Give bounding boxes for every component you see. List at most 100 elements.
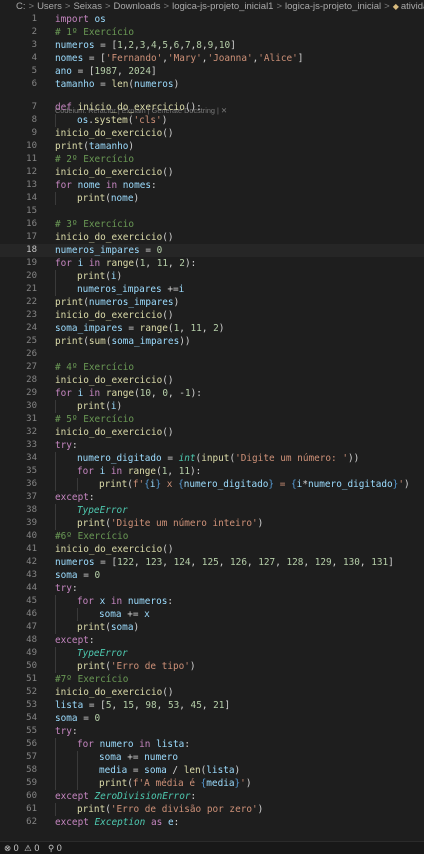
code-line[interactable]: 18 numeros_impares = 0: [0, 244, 424, 257]
code-line[interactable]: 25 print(sum(soma_impares)): [0, 335, 424, 348]
code-line[interactable]: 49 TypeError: [0, 647, 424, 660]
token-op: =: [161, 453, 179, 464]
code-line[interactable]: 41 inicio_do_exercicio(): [0, 543, 424, 556]
code-line[interactable]: 50 print('Erro de tipo'): [0, 660, 424, 673]
code-line[interactable]: 22 print(numeros_impares): [0, 296, 424, 309]
token-num: 10: [139, 388, 152, 399]
token-num: 124: [173, 557, 191, 568]
code-line[interactable]: 57 soma += numero: [0, 751, 424, 764]
code-line[interactable]: 12 inicio_do_exercicio(): [0, 166, 424, 179]
code-line[interactable]: 7 def inicio_do_exercicio():: [0, 101, 424, 114]
code-editor[interactable]: Codeium: Refactor | Explain | Generate D…: [0, 13, 424, 841]
breadcrumb-item[interactable]: Users: [37, 0, 62, 13]
code-line[interactable]: 13 for nome in nomes:: [0, 179, 424, 192]
code-line[interactable]: 43 soma = 0: [0, 569, 424, 582]
code-text: inicio_do_exercicio(): [55, 231, 424, 244]
code-line[interactable]: 16 # 3º Exercício: [0, 218, 424, 231]
token-op: +=: [121, 752, 145, 763]
code-line[interactable]: 21 numeros_impares +=i: [0, 283, 424, 296]
code-line[interactable]: 30 print(i): [0, 400, 424, 413]
code-line[interactable]: 39 print('Digite um número inteiro'): [0, 517, 424, 530]
code-line[interactable]: 11 # 2º Exercício: [0, 153, 424, 166]
token-op: /: [166, 765, 184, 776]
code-line[interactable]: 38 TypeError: [0, 504, 424, 517]
code-line[interactable]: 19 for i in range(1, 11, 2):: [0, 257, 424, 270]
code-line[interactable]: 3 numeros = [1,2,3,4,5,6,7,8,9,10]: [0, 39, 424, 52]
code-line[interactable]: 56 for numero in lista:: [0, 738, 424, 751]
line-number: 9: [31, 128, 37, 138]
code-line[interactable]: 24 soma_impares = range(1, 11, 2): [0, 322, 424, 335]
line-number: 29: [26, 388, 37, 398]
code-line[interactable]: 36 print(f'{i} x {numero_digitado} = {i*n…: [0, 478, 424, 491]
token-op: :: [167, 596, 174, 607]
code-line[interactable]: 8 os.system('cls'): [0, 114, 424, 127]
breadcrumb-item[interactable]: C:: [0, 0, 26, 13]
indent-guide: [55, 751, 56, 764]
code-line[interactable]: 33 try:: [0, 439, 424, 452]
code-line[interactable]: 1 import os: [0, 13, 424, 26]
problems-indicator[interactable]: ⊗ 0 ⚠ 0: [4, 842, 39, 854]
code-line[interactable]: 54 soma = 0: [0, 712, 424, 725]
breadcrumb-item[interactable]: atividade: [401, 0, 424, 13]
code-line[interactable]: 46 soma += x: [0, 608, 424, 621]
code-line[interactable]: 61 print('Erro de divisão por zero'): [0, 803, 424, 816]
token-num: 11: [190, 323, 202, 334]
code-line[interactable]: 52 inicio_do_exercicio(): [0, 686, 424, 699]
code-line[interactable]: 20 print(i): [0, 270, 424, 283]
code-line[interactable]: 29 for i in range(10, 0, -1):: [0, 387, 424, 400]
code-line[interactable]: 55 try:: [0, 725, 424, 738]
code-line[interactable]: 15: [0, 205, 424, 218]
code-line[interactable]: 51 #7º Exercício: [0, 673, 424, 686]
code-line[interactable]: 53 lista = [5, 15, 98, 53, 45, 21]: [0, 699, 424, 712]
token-fn: inicio_do_exercicio: [55, 128, 163, 139]
token-op: :: [88, 492, 95, 503]
token-var: soma_impares: [111, 336, 180, 347]
code-line[interactable]: 17 inicio_do_exercicio(): [0, 231, 424, 244]
code-line[interactable]: 2 # 1º Exercício: [0, 26, 424, 39]
code-line[interactable]: 42 numeros = [122, 123, 124, 125, 126, 12…: [0, 556, 424, 569]
code-line[interactable]: 62 except Exception as e:: [0, 816, 424, 829]
ports-indicator[interactable]: ⚲ 0: [48, 842, 62, 854]
token-var: numero: [99, 739, 134, 750]
token-op: ):: [190, 388, 202, 399]
code-line[interactable]: 44 try:: [0, 582, 424, 595]
token-var: lista: [55, 700, 84, 711]
indent-guide: [55, 400, 56, 413]
code-line[interactable]: 40 #6º Exercício: [0, 530, 424, 543]
code-text: lista = [5, 15, 98, 53, 45, 21]: [55, 699, 424, 712]
line-number: 37: [26, 492, 37, 502]
code-line[interactable]: 23 inicio_do_exercicio(): [0, 309, 424, 322]
code-line[interactable]: 5 ano = [1987, 2024]: [0, 65, 424, 78]
code-line[interactable]: 45 for x in numeros:: [0, 595, 424, 608]
token-kw: except: [55, 817, 89, 828]
breadcrumb-item[interactable]: logica-js-projeto_inicial: [285, 0, 381, 13]
code-line[interactable]: 9 inicio_do_exercicio(): [0, 127, 424, 140]
code-line[interactable]: 60 except ZeroDivisionError:: [0, 790, 424, 803]
code-line[interactable]: 10 print(tamanho): [0, 140, 424, 153]
token-fn: system: [93, 115, 128, 126]
code-line[interactable]: 27 # 4º Exercício: [0, 361, 424, 374]
code-line[interactable]: 26: [0, 348, 424, 361]
code-line[interactable]: 47 print(soma): [0, 621, 424, 634]
code-line[interactable]: 59 print(f'A média é {media}'): [0, 777, 424, 790]
code-line[interactable]: 58 media = soma / len(lista): [0, 764, 424, 777]
code-line[interactable]: 4 nomes = ['Fernando','Mary','Joanna','Al…: [0, 52, 424, 65]
code-line[interactable]: 34 numero_digitado = int(input('Digite um…: [0, 452, 424, 465]
breadcrumb-item[interactable]: Seixas: [73, 0, 102, 13]
breadcrumb-separator: >: [104, 1, 111, 12]
token-var: numeros: [55, 557, 95, 568]
code-line[interactable]: 48 except:: [0, 634, 424, 647]
token-num: 1987: [94, 66, 118, 77]
code-line[interactable]: 35 for i in range(1, 11):: [0, 465, 424, 478]
breadcrumb-item[interactable]: Downloads: [114, 0, 161, 13]
code-line[interactable]: 14 print(nome): [0, 192, 424, 205]
token-var: numero_digitado: [307, 479, 393, 490]
code-line[interactable]: 31 # 5º Exercício: [0, 413, 424, 426]
breadcrumb-item[interactable]: logica-js-projeto_inicial1: [172, 0, 273, 13]
error-circle-icon: ⊗: [4, 843, 12, 853]
line-number: 34: [26, 453, 37, 463]
code-line[interactable]: 6 tamanho = len(numeros): [0, 78, 424, 91]
code-line[interactable]: 28 inicio_do_exercicio(): [0, 374, 424, 387]
code-line[interactable]: 32 inicio_do_exercicio(): [0, 426, 424, 439]
code-line[interactable]: 37 except:: [0, 491, 424, 504]
